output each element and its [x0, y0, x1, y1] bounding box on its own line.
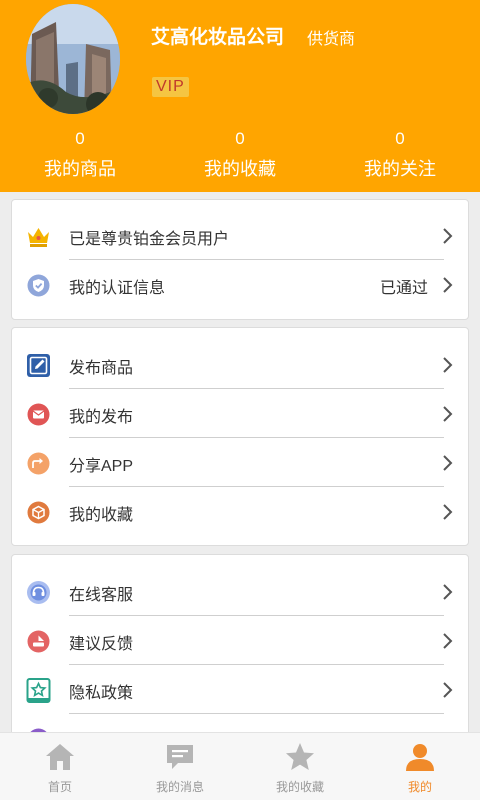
message-icon [167, 745, 193, 769]
menu-item-label: 分享APP [69, 458, 134, 475]
share-icon [27, 452, 50, 475]
chevron-right-icon [443, 455, 453, 471]
menu-item-label: 我的发布 [69, 409, 134, 426]
crown-icon [28, 228, 49, 247]
chevron-right-icon [443, 682, 453, 698]
actions-card: 发布商品 我的发布 分享APP 我的收藏 [11, 327, 469, 546]
menu-item-vip-status[interactable]: 已是尊贵铂金会员用户 [12, 211, 470, 260]
tab-messages[interactable]: 我的消息 [120, 733, 240, 800]
tab-label: 首页 [47, 780, 72, 794]
stat-my-products[interactable]: 0 我的商品 [0, 128, 160, 181]
feedback-icon [27, 630, 50, 653]
bottom-tab-bar: 首页 我的消息 我的收藏 我的 [0, 732, 480, 800]
chevron-right-icon [443, 357, 453, 373]
vip-badge: VIP [152, 77, 189, 97]
menu-item-privacy-policy[interactable]: 隐私政策 [12, 665, 470, 714]
menu-item-label: 已是尊贵铂金会员用户 [69, 231, 230, 248]
stat-value: 0 [395, 129, 405, 148]
chevron-right-icon [443, 277, 453, 293]
menu-item-label: 发布商品 [69, 360, 134, 377]
stat-value: 0 [235, 129, 245, 148]
profile-header: 艾高化妆品公司 供货商 VIP 0 我的商品 0 我的收藏 0 我的关注 [0, 0, 480, 192]
menu-item-label: 在线客服 [69, 587, 134, 604]
chevron-right-icon [443, 228, 453, 244]
menu-item-certification[interactable]: 我的认证信息 已通过 [12, 260, 470, 309]
user-icon [406, 744, 434, 771]
chevron-right-icon [443, 504, 453, 520]
mail-icon [27, 403, 50, 426]
menu-item-my-posts[interactable]: 我的发布 [12, 389, 470, 438]
menu-item-publish-product[interactable]: 发布商品 [12, 340, 470, 389]
headset-icon [27, 581, 50, 604]
star-icon [286, 743, 314, 770]
stat-label: 我的商品 [44, 159, 116, 179]
tab-label: 我的消息 [155, 780, 204, 794]
box-icon [27, 501, 50, 524]
chevron-right-icon [443, 633, 453, 649]
menu-item-label: 我的认证信息 [69, 280, 166, 297]
certification-status: 已通过 [379, 280, 428, 297]
menu-item-online-service[interactable]: 在线客服 [12, 567, 470, 616]
tab-mine[interactable]: 我的 [360, 733, 480, 800]
menu-item-feedback[interactable]: 建议反馈 [12, 616, 470, 665]
menu-item-share-app[interactable]: 分享APP [12, 438, 470, 487]
avatar[interactable] [26, 4, 120, 114]
edit-icon [27, 354, 50, 377]
chevron-right-icon [443, 584, 453, 600]
tab-favorites[interactable]: 我的收藏 [240, 733, 360, 800]
stat-label: 我的关注 [364, 159, 436, 179]
company-name: 艾高化妆品公司 [151, 27, 285, 48]
tab-label: 我的 [407, 780, 432, 794]
tab-label: 我的收藏 [275, 780, 324, 794]
menu-item-label: 隐私政策 [69, 685, 134, 702]
support-card: 在线客服 建议反馈 隐私政策 [11, 554, 469, 754]
menu-item-label: 我的收藏 [69, 507, 134, 524]
stat-my-favorites[interactable]: 0 我的收藏 [160, 128, 320, 181]
chevron-right-icon [443, 406, 453, 422]
tab-home[interactable]: 首页 [0, 733, 120, 800]
menu-item-my-favorites[interactable]: 我的收藏 [12, 487, 470, 536]
shield-check-icon [27, 274, 50, 297]
account-card: 已是尊贵铂金会员用户 我的认证信息 已通过 [11, 199, 469, 320]
stat-label: 我的收藏 [204, 159, 276, 179]
home-icon [46, 744, 74, 770]
stat-my-follows[interactable]: 0 我的关注 [320, 128, 480, 181]
privacy-icon [26, 678, 51, 703]
menu-item-label: 建议反馈 [69, 636, 134, 653]
stat-value: 0 [75, 129, 85, 148]
role-label: 供货商 [307, 31, 356, 48]
